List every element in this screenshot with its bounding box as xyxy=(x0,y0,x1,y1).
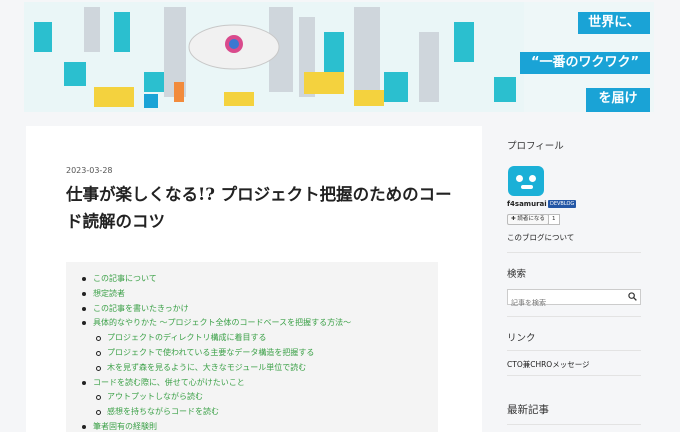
cto-message-link[interactable]: CTO兼CHROメッセージ xyxy=(507,359,590,370)
banner-caption-1: 世界に、 xyxy=(578,12,650,34)
table-of-contents: この記事について 想定読者 この記事を書いたきっかけ 具体的なやりかた 〜プロジ… xyxy=(66,262,438,432)
devblog-badge: DEVBLOG xyxy=(548,200,577,208)
divider xyxy=(507,424,641,425)
subscriber-count: 1 xyxy=(548,214,560,225)
toc-item[interactable]: この記事について xyxy=(82,272,438,287)
toc-subitem[interactable]: プロジェクトのディレクトリ構成に着目する xyxy=(96,331,438,346)
toc-subitem[interactable]: アウトプットしながら読む xyxy=(96,390,438,405)
search-icon[interactable] xyxy=(628,292,637,301)
toc-item[interactable]: 想定読者 xyxy=(82,287,438,302)
recent-posts-heading: 最新記事 xyxy=(507,404,549,416)
toc-item[interactable]: 筆者固有の経験則 xyxy=(82,420,438,432)
links-heading: リンク xyxy=(507,333,536,344)
toc-subitem[interactable]: 木を見ず森を見るように、大きなモジュール単位で読む xyxy=(96,361,438,376)
search-input[interactable] xyxy=(508,296,624,310)
avatar-eye-icon xyxy=(516,175,523,182)
avatar-eye-icon xyxy=(529,175,536,182)
avatar-mouth-icon xyxy=(521,185,533,189)
sidebar: プロフィール f4samurai DEVBLOG ✚ 読者になる 1 このブログ… xyxy=(496,126,664,432)
banner-illustration xyxy=(24,2,524,112)
article-card: 2023-03-28 仕事が楽しくなる!? プロジェクト把握のためのコード読解の… xyxy=(26,126,482,432)
divider xyxy=(507,350,641,351)
search-heading: 検索 xyxy=(507,269,527,280)
banner-caption-3: を届ける xyxy=(586,88,650,112)
divider xyxy=(507,316,641,317)
header-banner[interactable]: 世界に、 “一番のワクワク” を届ける xyxy=(24,2,654,112)
plus-icon: ✚ xyxy=(511,216,516,222)
article-date[interactable]: 2023-03-28 xyxy=(66,166,113,175)
divider xyxy=(507,375,641,376)
profile-heading: プロフィール xyxy=(507,141,564,152)
avatar[interactable] xyxy=(508,166,544,196)
toc-subitem[interactable]: プロジェクトで使われている主要なデータ構造を把握する xyxy=(96,346,438,361)
toc-item[interactable]: 具体的なやりかた 〜プロジェクト全体のコードベースを把握する方法〜 xyxy=(82,316,438,331)
divider xyxy=(507,252,641,253)
about-blog-link[interactable]: このブログについて xyxy=(507,232,574,243)
subscribe-label: 読者になる xyxy=(517,216,545,222)
search-box xyxy=(507,289,641,310)
article-title[interactable]: 仕事が楽しくなる!? プロジェクト把握のためのコード読解のコツ xyxy=(66,181,466,235)
banner-caption-2: “一番のワクワク” xyxy=(520,52,650,74)
subscribe-button[interactable]: ✚ 読者になる xyxy=(507,214,549,225)
toc-item[interactable]: この記事を書いたきっかけ xyxy=(82,302,438,317)
toc-subitem[interactable]: 感想を持ちながらコードを読む xyxy=(96,405,438,420)
profile-username[interactable]: f4samurai xyxy=(507,200,547,208)
toc-item[interactable]: コードを読む際に、併せて心がけたいこと xyxy=(82,376,438,391)
